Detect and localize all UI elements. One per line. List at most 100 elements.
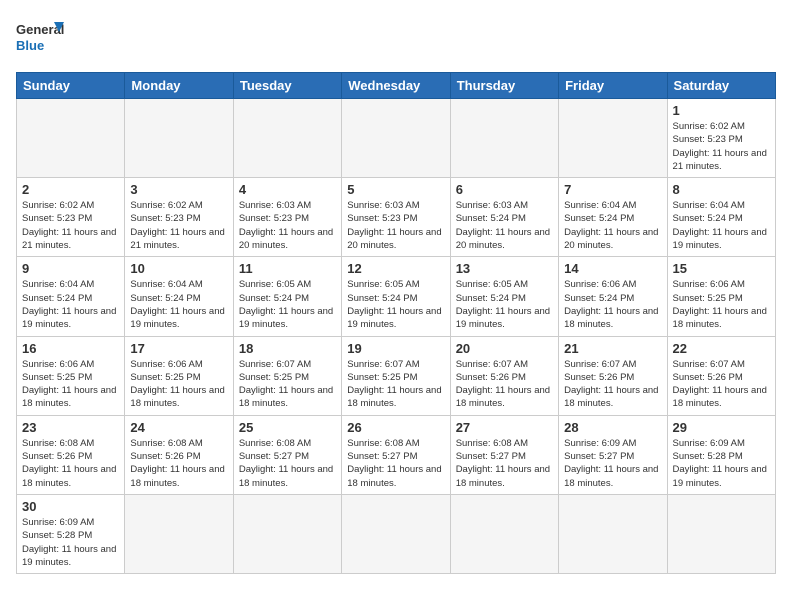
day-number: 17: [130, 341, 227, 356]
day-info: Sunrise: 6:08 AMSunset: 5:26 PMDaylight:…: [130, 437, 227, 490]
day-info: Sunrise: 6:07 AMSunset: 5:26 PMDaylight:…: [456, 358, 553, 411]
calendar-day-cell: 22 Sunrise: 6:07 AMSunset: 5:26 PMDayligh…: [667, 336, 775, 415]
calendar-table: SundayMondayTuesdayWednesdayThursdayFrid…: [16, 72, 776, 574]
day-number: 25: [239, 420, 336, 435]
calendar-header: General Blue: [16, 16, 776, 60]
calendar-day-cell: [125, 494, 233, 573]
day-info: Sunrise: 6:02 AMSunset: 5:23 PMDaylight:…: [22, 199, 119, 252]
day-number: 18: [239, 341, 336, 356]
day-info: Sunrise: 6:06 AMSunset: 5:25 PMDaylight:…: [22, 358, 119, 411]
calendar-day-cell: 11 Sunrise: 6:05 AMSunset: 5:24 PMDayligh…: [233, 257, 341, 336]
logo: General Blue: [16, 16, 64, 60]
calendar-day-cell: [233, 494, 341, 573]
calendar-day-cell: 30Sunrise: 6:09 AMSunset: 5:28 PMDayligh…: [17, 494, 125, 573]
calendar-day-cell: 3 Sunrise: 6:02 AMSunset: 5:23 PMDaylight…: [125, 178, 233, 257]
day-info: Sunrise: 6:03 AMSunset: 5:24 PMDaylight:…: [456, 199, 553, 252]
day-info: Sunrise: 6:03 AMSunset: 5:23 PMDaylight:…: [347, 199, 444, 252]
calendar-day-cell: [125, 99, 233, 178]
calendar-day-cell: [450, 494, 558, 573]
day-number: 23: [22, 420, 119, 435]
day-info: Sunrise: 6:07 AMSunset: 5:26 PMDaylight:…: [564, 358, 661, 411]
calendar-day-cell: [17, 99, 125, 178]
weekday-header-row: SundayMondayTuesdayWednesdayThursdayFrid…: [17, 73, 776, 99]
day-number: 22: [673, 341, 770, 356]
calendar-day-cell: 29Sunrise: 6:09 AMSunset: 5:28 PMDayligh…: [667, 415, 775, 494]
day-info: Sunrise: 6:03 AMSunset: 5:23 PMDaylight:…: [239, 199, 336, 252]
day-info: Sunrise: 6:04 AMSunset: 5:24 PMDaylight:…: [22, 278, 119, 331]
day-number: 2: [22, 182, 119, 197]
day-info: Sunrise: 6:04 AMSunset: 5:24 PMDaylight:…: [564, 199, 661, 252]
calendar-day-cell: 8Sunrise: 6:04 AMSunset: 5:24 PMDaylight…: [667, 178, 775, 257]
day-number: 24: [130, 420, 227, 435]
calendar-week-row: 9 Sunrise: 6:04 AMSunset: 5:24 PMDaylight…: [17, 257, 776, 336]
day-number: 4: [239, 182, 336, 197]
day-info: Sunrise: 6:07 AMSunset: 5:26 PMDaylight:…: [673, 358, 770, 411]
calendar-day-cell: 4 Sunrise: 6:03 AMSunset: 5:23 PMDaylight…: [233, 178, 341, 257]
day-info: Sunrise: 6:02 AMSunset: 5:23 PMDaylight:…: [673, 120, 770, 173]
calendar-day-cell: 18Sunrise: 6:07 AMSunset: 5:25 PMDayligh…: [233, 336, 341, 415]
calendar-day-cell: [450, 99, 558, 178]
calendar-day-cell: [559, 494, 667, 573]
calendar-week-row: 30Sunrise: 6:09 AMSunset: 5:28 PMDayligh…: [17, 494, 776, 573]
day-number: 30: [22, 499, 119, 514]
calendar-day-cell: 2 Sunrise: 6:02 AMSunset: 5:23 PMDaylight…: [17, 178, 125, 257]
calendar-day-cell: [233, 99, 341, 178]
calendar-day-cell: 20 Sunrise: 6:07 AMSunset: 5:26 PMDayligh…: [450, 336, 558, 415]
calendar-day-cell: 14 Sunrise: 6:06 AMSunset: 5:24 PMDayligh…: [559, 257, 667, 336]
calendar-day-cell: [667, 494, 775, 573]
day-info: Sunrise: 6:08 AMSunset: 5:26 PMDaylight:…: [22, 437, 119, 490]
day-number: 6: [456, 182, 553, 197]
day-number: 26: [347, 420, 444, 435]
weekday-header-sunday: Sunday: [17, 73, 125, 99]
day-number: 9: [22, 261, 119, 276]
calendar-day-cell: 10Sunrise: 6:04 AMSunset: 5:24 PMDayligh…: [125, 257, 233, 336]
calendar-day-cell: 12Sunrise: 6:05 AMSunset: 5:24 PMDayligh…: [342, 257, 450, 336]
calendar-day-cell: 6 Sunrise: 6:03 AMSunset: 5:24 PMDaylight…: [450, 178, 558, 257]
calendar-week-row: 1 Sunrise: 6:02 AMSunset: 5:23 PMDaylight…: [17, 99, 776, 178]
calendar-week-row: 2 Sunrise: 6:02 AMSunset: 5:23 PMDaylight…: [17, 178, 776, 257]
day-info: Sunrise: 6:09 AMSunset: 5:27 PMDaylight:…: [564, 437, 661, 490]
calendar-day-cell: 13Sunrise: 6:05 AMSunset: 5:24 PMDayligh…: [450, 257, 558, 336]
day-info: Sunrise: 6:06 AMSunset: 5:25 PMDaylight:…: [130, 358, 227, 411]
day-number: 20: [456, 341, 553, 356]
calendar-day-cell: 19Sunrise: 6:07 AMSunset: 5:25 PMDayligh…: [342, 336, 450, 415]
day-number: 16: [22, 341, 119, 356]
calendar-day-cell: 16 Sunrise: 6:06 AMSunset: 5:25 PMDayligh…: [17, 336, 125, 415]
weekday-header-thursday: Thursday: [450, 73, 558, 99]
weekday-header-monday: Monday: [125, 73, 233, 99]
day-info: Sunrise: 6:05 AMSunset: 5:24 PMDaylight:…: [456, 278, 553, 331]
calendar-day-cell: 25Sunrise: 6:08 AMSunset: 5:27 PMDayligh…: [233, 415, 341, 494]
day-info: Sunrise: 6:07 AMSunset: 5:25 PMDaylight:…: [347, 358, 444, 411]
calendar-day-cell: 27Sunrise: 6:08 AMSunset: 5:27 PMDayligh…: [450, 415, 558, 494]
weekday-header-friday: Friday: [559, 73, 667, 99]
calendar-day-cell: 9 Sunrise: 6:04 AMSunset: 5:24 PMDaylight…: [17, 257, 125, 336]
calendar-day-cell: [342, 99, 450, 178]
calendar-day-cell: 21 Sunrise: 6:07 AMSunset: 5:26 PMDayligh…: [559, 336, 667, 415]
day-number: 11: [239, 261, 336, 276]
day-info: Sunrise: 6:08 AMSunset: 5:27 PMDaylight:…: [456, 437, 553, 490]
day-info: Sunrise: 6:04 AMSunset: 5:24 PMDaylight:…: [673, 199, 770, 252]
day-number: 1: [673, 103, 770, 118]
calendar-week-row: 16 Sunrise: 6:06 AMSunset: 5:25 PMDayligh…: [17, 336, 776, 415]
calendar-day-cell: 1 Sunrise: 6:02 AMSunset: 5:23 PMDaylight…: [667, 99, 775, 178]
day-number: 5: [347, 182, 444, 197]
day-number: 15: [673, 261, 770, 276]
day-info: Sunrise: 6:06 AMSunset: 5:25 PMDaylight:…: [673, 278, 770, 331]
day-number: 21: [564, 341, 661, 356]
day-number: 10: [130, 261, 227, 276]
day-info: Sunrise: 6:09 AMSunset: 5:28 PMDaylight:…: [673, 437, 770, 490]
day-info: Sunrise: 6:05 AMSunset: 5:24 PMDaylight:…: [239, 278, 336, 331]
day-number: 14: [564, 261, 661, 276]
day-number: 3: [130, 182, 227, 197]
calendar-day-cell: 7 Sunrise: 6:04 AMSunset: 5:24 PMDaylight…: [559, 178, 667, 257]
calendar-day-cell: [342, 494, 450, 573]
day-number: 28: [564, 420, 661, 435]
day-info: Sunrise: 6:06 AMSunset: 5:24 PMDaylight:…: [564, 278, 661, 331]
day-number: 7: [564, 182, 661, 197]
day-number: 12: [347, 261, 444, 276]
day-info: Sunrise: 6:02 AMSunset: 5:23 PMDaylight:…: [130, 199, 227, 252]
calendar-day-cell: 23 Sunrise: 6:08 AMSunset: 5:26 PMDayligh…: [17, 415, 125, 494]
calendar-day-cell: 24 Sunrise: 6:08 AMSunset: 5:26 PMDayligh…: [125, 415, 233, 494]
calendar-day-cell: 28 Sunrise: 6:09 AMSunset: 5:27 PMDayligh…: [559, 415, 667, 494]
calendar-day-cell: 26Sunrise: 6:08 AMSunset: 5:27 PMDayligh…: [342, 415, 450, 494]
